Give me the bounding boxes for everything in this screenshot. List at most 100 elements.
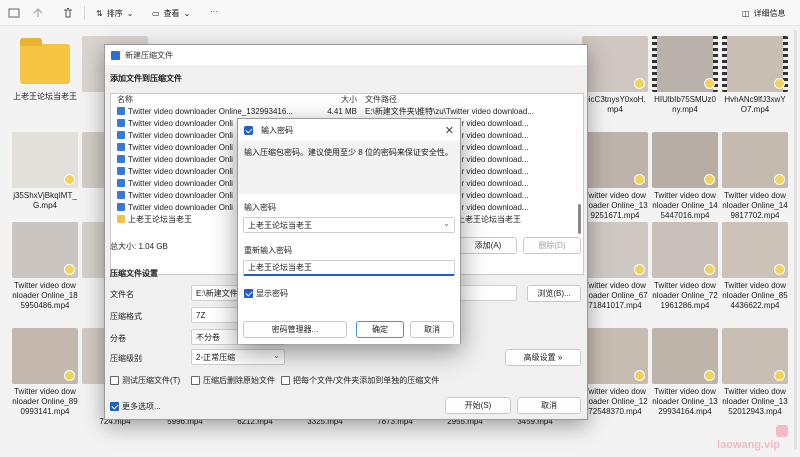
- file-item[interactable]: Twitter video downloader Online_89099314…: [12, 328, 78, 417]
- separate-archives-option[interactable]: 把每个文件/文件夹添加到单独的压缩文件: [281, 375, 439, 386]
- file-item[interactable]: j35ShxVjBkqIMT_G.mp4: [12, 132, 78, 211]
- password-dialog-titlebar: 输入密码: [238, 119, 460, 141]
- test-archive-option[interactable]: 测试压缩文件(T): [110, 375, 180, 386]
- more-button[interactable]: ···: [210, 7, 218, 16]
- badge-icon: [64, 264, 75, 275]
- show-password-option[interactable]: 显示密码: [244, 288, 288, 299]
- level-value: 2-正常压缩: [196, 352, 236, 362]
- more-label: ···: [210, 7, 218, 16]
- more-options[interactable]: 更多选项...: [110, 401, 161, 412]
- badge-icon: [704, 174, 715, 185]
- more-options-checkbox[interactable]: [110, 402, 119, 412]
- view-icon: ▭: [152, 9, 160, 18]
- video-file-icon: [117, 191, 125, 199]
- file-item[interactable]: Twitter video downloader Online_67718410…: [582, 222, 648, 311]
- level-select[interactable]: 2-正常压缩 ⌄: [191, 349, 285, 365]
- toolbar-separator: [84, 6, 85, 20]
- delete-after-label: 压缩后删除原始文件: [203, 376, 275, 385]
- file-item[interactable]: Twitter video downloader Online_14981770…: [722, 132, 788, 221]
- file-item[interactable]: Twitter video downloader Online_13520129…: [722, 328, 788, 417]
- advanced-settings-button[interactable]: 高级设置 »: [505, 349, 581, 366]
- sort-icon: ⇅: [96, 9, 103, 18]
- badge-icon: [704, 264, 715, 275]
- view-label: 查看: [163, 9, 180, 18]
- file-size: 4.41 MB: [327, 106, 357, 116]
- watermark: laowang.vip: [717, 439, 780, 451]
- separate-archives-label: 把每个文件/文件夹添加到单独的压缩文件: [293, 376, 440, 385]
- confirm-password-input[interactable]: 上老王论坛当老王: [243, 260, 455, 276]
- file-label: Twitter video downloader Online_14981770…: [722, 191, 788, 220]
- file-label: Twitter video downloader Online_13299341…: [652, 387, 718, 416]
- file-label: HIUlbIb75SMUz0ny.mp4: [654, 95, 716, 114]
- badge-icon: [634, 370, 645, 381]
- sort-label: 排序: [106, 9, 123, 18]
- ok-button[interactable]: 确定: [356, 321, 404, 338]
- column-name[interactable]: 名称: [111, 94, 311, 105]
- confirm-password-label: 重新输入密码: [244, 246, 292, 255]
- password-description: 输入压缩包密码。建议使用至少 8 位的密码来保证安全性。: [244, 148, 453, 157]
- file-item[interactable]: Twitter video downloader Online_85443662…: [722, 222, 788, 311]
- delete-after-option[interactable]: 压缩后删除原始文件: [191, 375, 275, 386]
- file-item[interactable]: Twitter video downloader Online_18595048…: [12, 222, 78, 311]
- video-thumbnail: [652, 222, 718, 278]
- add-button[interactable]: 添加(A): [459, 237, 517, 254]
- browse-button[interactable]: 浏览(B)...: [527, 285, 581, 302]
- file-row[interactable]: Twitter video downloader Online_13299341…: [111, 105, 583, 117]
- password-manager-button[interactable]: 密码管理器...: [243, 321, 347, 338]
- add-files-heading: 添加文件到压缩文件: [110, 74, 182, 83]
- file-item[interactable]: Twitter video downloader Online_72196128…: [652, 222, 718, 311]
- start-button[interactable]: 开始(S): [445, 397, 511, 414]
- show-password-checkbox[interactable]: [244, 289, 253, 299]
- view-button[interactable]: ▭ 查看 ⌄: [152, 8, 190, 19]
- filename-label: 文件名: [110, 290, 134, 299]
- new-icon[interactable]: [6, 5, 22, 21]
- file-label: HvhANc9lfJ3xwYO7.mp4: [724, 95, 786, 114]
- details-button[interactable]: ◫ 详细信息: [742, 8, 786, 19]
- file-item[interactable]: eicC3tnysY0xoH.mp4: [582, 36, 648, 115]
- video-thumbnail: [722, 36, 788, 92]
- file-item[interactable]: Twitter video downloader Online_14544701…: [652, 132, 718, 221]
- total-size: 总大小: 1.04 GB: [110, 242, 168, 251]
- file-item[interactable]: Twitter video downloader Online_13299341…: [652, 328, 718, 417]
- video-file-icon: [117, 107, 125, 115]
- badge-icon: [634, 78, 645, 89]
- badge-icon: [704, 370, 715, 381]
- video-file-icon: [117, 203, 125, 211]
- explorer-toolbar: ⇅ 排序 ⌄ ▭ 查看 ⌄ ··· ◫ 详细信息: [0, 0, 800, 26]
- badge-icon: [634, 264, 645, 275]
- watermark-logo-icon: [776, 425, 788, 437]
- file-item[interactable]: Twitter video downloader Online_12725483…: [582, 328, 648, 417]
- chevron-down-icon: ⌄: [183, 9, 191, 18]
- file-label: Twitter video downloader Online_72196128…: [652, 281, 718, 310]
- format-label: 压缩格式: [110, 312, 142, 321]
- file-label: Twitter video downloader Online_89099314…: [12, 387, 78, 416]
- file-item[interactable]: HIUlbIb75SMUz0ny.mp4: [652, 36, 718, 115]
- file-name: Twitter video downloader Onli: [128, 202, 233, 212]
- chevron-down-icon[interactable]: ⌄: [443, 219, 450, 228]
- password-cancel-button[interactable]: 取消: [410, 321, 454, 338]
- password-dialog: 输入密码 ✕ 输入压缩包密码。建议使用至少 8 位的密码来保证安全性。 输入密码…: [237, 118, 461, 344]
- cancel-button[interactable]: 取消: [517, 397, 581, 414]
- test-archive-checkbox[interactable]: [110, 376, 119, 386]
- share-icon[interactable]: [30, 5, 46, 21]
- file-name: Twitter video downloader Online_13299341…: [128, 106, 293, 116]
- password-input[interactable]: 上老王论坛当老王 ⌄: [243, 217, 455, 233]
- file-list-scrollbar[interactable]: [578, 204, 581, 234]
- delete-icon[interactable]: [60, 5, 76, 21]
- close-icon[interactable]: ✕: [445, 124, 454, 137]
- separate-archives-checkbox[interactable]: [281, 376, 290, 386]
- file-item[interactable]: HvhANc9lfJ3xwYO7.mp4: [722, 36, 788, 115]
- folder-item[interactable]: 上老王论坛当老王: [12, 36, 78, 102]
- explorer-scrollbar[interactable]: [794, 30, 797, 450]
- file-label: Twitter video downloader Online_12725483…: [582, 387, 648, 416]
- video-file-icon: [117, 131, 125, 139]
- dialog-titlebar: 新建压缩文件: [105, 45, 587, 65]
- file-item[interactable]: Twitter video downloader Online_13925167…: [582, 132, 648, 221]
- sort-button[interactable]: ⇅ 排序 ⌄: [96, 8, 133, 19]
- password-form: 输入密码 上老王论坛当老王 ⌄ 重新输入密码 上老王论坛当老王 显示密码 密码管…: [238, 194, 460, 344]
- column-size[interactable]: 大小: [311, 94, 361, 105]
- show-password-label: 显示密码: [256, 289, 288, 298]
- delete-after-checkbox[interactable]: [191, 376, 200, 386]
- delete-button[interactable]: 删除(D): [523, 237, 581, 254]
- column-path[interactable]: 文件路径: [361, 94, 571, 105]
